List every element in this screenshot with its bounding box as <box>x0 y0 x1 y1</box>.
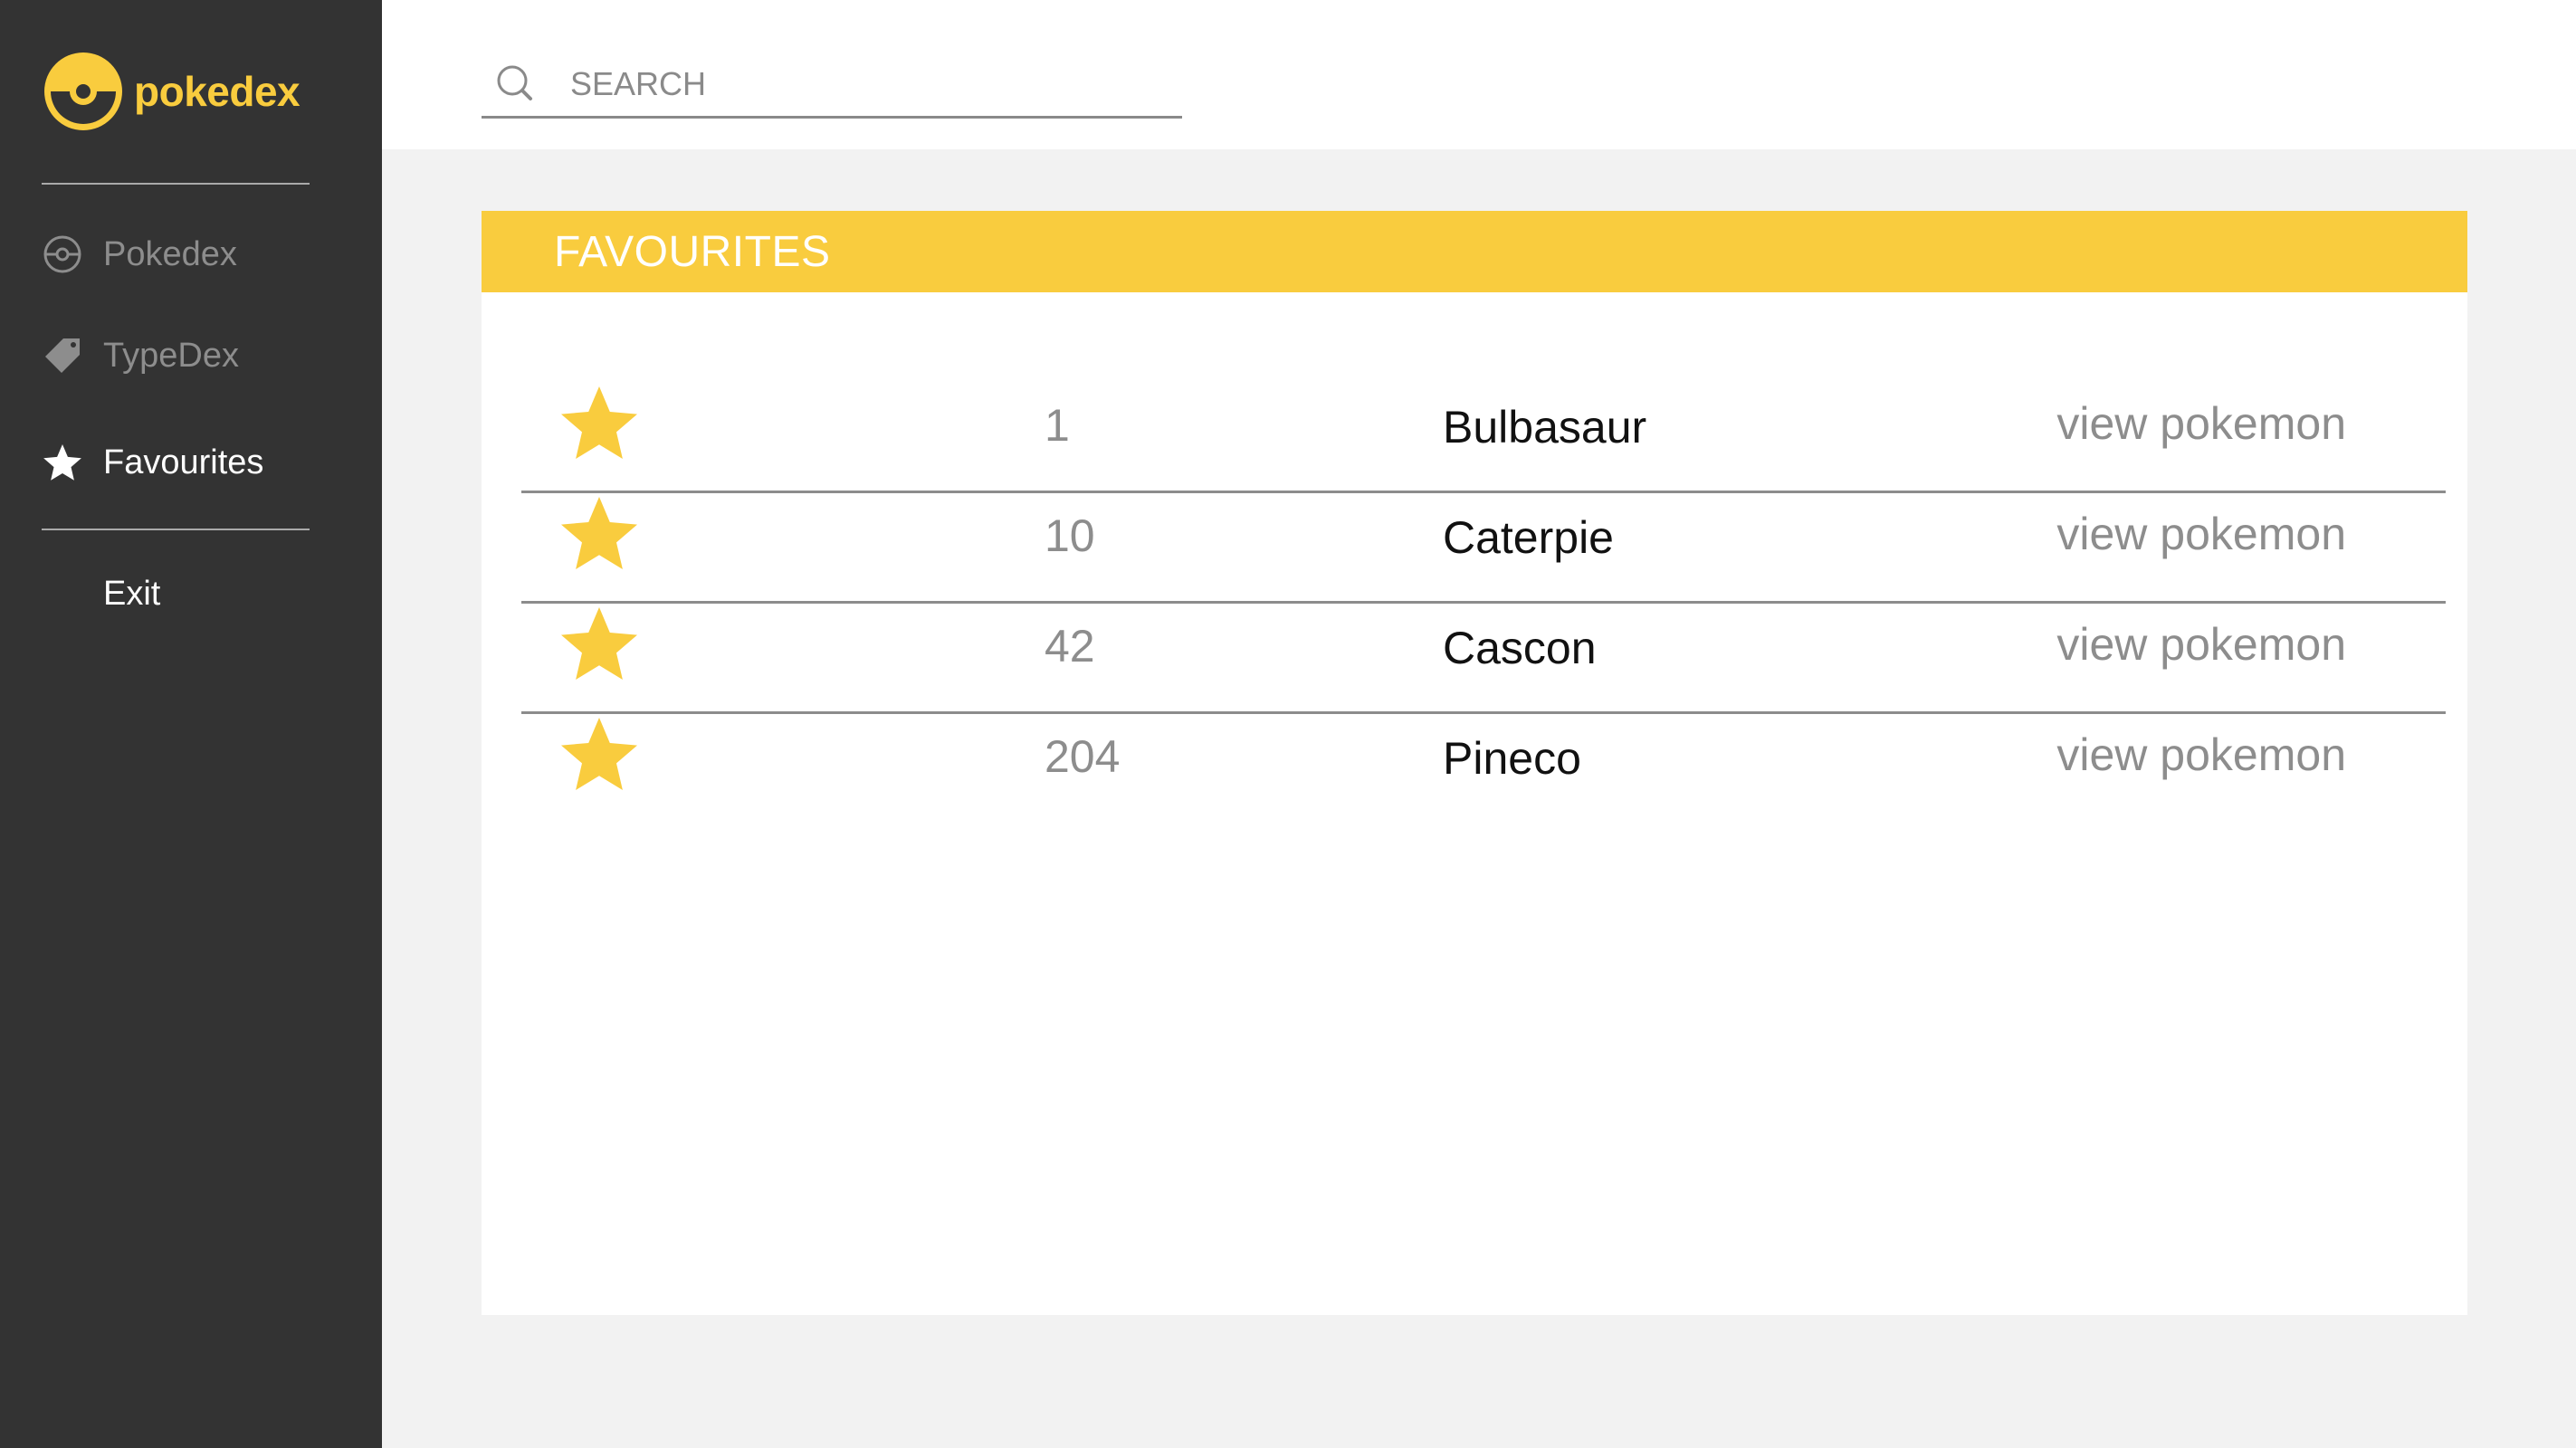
sidebar-divider <box>42 183 310 185</box>
pokemon-number: 10 <box>1045 510 1095 561</box>
pokemon-name: Bulbasaur <box>1443 402 1647 452</box>
list-item: 1 Bulbasaur view pokemon <box>521 383 2446 493</box>
app-name: pokedex <box>134 68 301 115</box>
sidebar-item-typedex[interactable]: TypeDex <box>42 329 239 383</box>
search-bar <box>482 52 1182 119</box>
exit-label: Exit <box>103 574 161 613</box>
favourite-star-icon[interactable] <box>558 493 641 576</box>
list-item: 10 Caterpie view pokemon <box>521 493 2446 604</box>
sidebar-item-label: Favourites <box>103 443 264 481</box>
view-pokemon-link[interactable]: view pokemon <box>2056 508 2346 560</box>
pokemon-name: Caterpie <box>1443 512 1614 563</box>
sidebar-item-label: Pokedex <box>103 234 237 273</box>
pokeball-icon <box>42 233 83 275</box>
favourite-star-icon[interactable] <box>558 714 641 797</box>
pokemon-number: 204 <box>1045 731 1121 782</box>
favourites-panel: FAVOURITES 1 Bulbasaur view pokemon 10 C… <box>482 211 2467 1315</box>
list-item: 204 Pineco view pokemon <box>521 714 2446 822</box>
sidebar: pokedex Pokedex TypeDex Favourites Exit <box>0 0 382 1448</box>
pokemon-number: 1 <box>1045 400 1070 451</box>
star-icon <box>42 442 83 483</box>
sidebar-item-favourites[interactable]: Favourites <box>42 435 263 490</box>
favourite-star-icon[interactable] <box>558 604 641 687</box>
list-item: 42 Cascon view pokemon <box>521 604 2446 714</box>
view-pokemon-link[interactable]: view pokemon <box>2056 618 2346 671</box>
pokemon-number: 42 <box>1045 621 1095 672</box>
favourites-list: 1 Bulbasaur view pokemon 10 Caterpie vie… <box>521 383 2446 822</box>
pokeball-logo-icon <box>42 50 125 133</box>
favourites-title: FAVOURITES <box>554 227 831 276</box>
app-logo[interactable]: pokedex <box>42 50 301 133</box>
search-icon[interactable] <box>482 62 538 106</box>
search-input[interactable] <box>568 56 1151 112</box>
sidebar-item-pokedex[interactable]: Pokedex <box>42 227 237 281</box>
sidebar-divider <box>42 529 310 530</box>
view-pokemon-link[interactable]: view pokemon <box>2056 729 2346 781</box>
view-pokemon-link[interactable]: view pokemon <box>2056 397 2346 450</box>
pokemon-name: Cascon <box>1443 623 1597 673</box>
favourites-header: FAVOURITES <box>482 211 2467 292</box>
sidebar-item-label: TypeDex <box>103 336 239 375</box>
tag-icon <box>42 335 83 376</box>
sidebar-item-exit[interactable]: Exit <box>42 567 160 621</box>
pokemon-name: Pineco <box>1443 733 1581 784</box>
favourite-star-icon[interactable] <box>558 383 641 466</box>
